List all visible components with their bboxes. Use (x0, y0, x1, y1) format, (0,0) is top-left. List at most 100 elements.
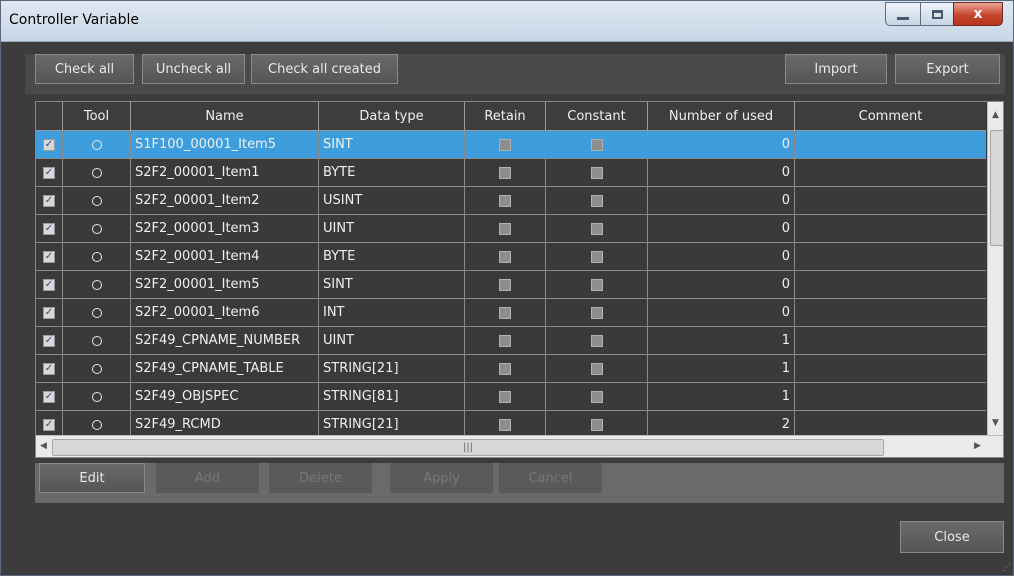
constant-checkbox[interactable] (590, 194, 603, 207)
retain-checkbox[interactable] (499, 390, 511, 403)
number-of-used-cell: 0 (648, 131, 795, 159)
constant-checkbox[interactable] (590, 362, 603, 375)
row-checkbox[interactable]: ✓ (43, 362, 55, 375)
retain-checkbox[interactable] (499, 418, 511, 431)
row-checkbox[interactable]: ✓ (43, 166, 55, 179)
close-button[interactable]: Close (900, 521, 1004, 553)
table-row[interactable]: ✓ S2F2_00001_Item1 BYTE 0 (36, 159, 986, 187)
table-row[interactable]: ✓ S2F49_OBJSPEC STRING[81] 1 (36, 383, 986, 411)
row-checkbox[interactable]: ✓ (43, 222, 55, 235)
comment-cell[interactable] (795, 131, 986, 159)
row-checkbox[interactable]: ✓ (43, 138, 55, 151)
header-data-type[interactable]: Data type (319, 102, 465, 131)
header-retain[interactable]: Retain (465, 102, 546, 131)
retain-checkbox[interactable] (499, 222, 511, 235)
comment-cell[interactable] (795, 355, 986, 383)
table-row[interactable]: ✓ S2F2_00001_Item4 BYTE 0 (36, 243, 986, 271)
table-row[interactable]: ✓ S2F2_00001_Item3 UINT 0 (36, 215, 986, 243)
tool-radio-icon[interactable] (91, 223, 102, 234)
tool-radio-icon[interactable] (91, 279, 102, 290)
horizontal-scrollbar[interactable]: ◀ ||| ▶ (36, 435, 1003, 457)
table-row[interactable]: ✓ S2F2_00001_Item6 INT 0 (36, 299, 986, 327)
comment-cell[interactable] (795, 187, 986, 215)
header-tool[interactable]: Tool (63, 102, 131, 131)
minimize-button[interactable] (885, 2, 921, 26)
add-button[interactable]: Add (156, 463, 259, 493)
header-number-of-used[interactable]: Number of used (648, 102, 795, 131)
constant-checkbox[interactable] (590, 278, 603, 291)
table-row[interactable]: ✓ S1F100_00001_Item5 SINT 0 (36, 131, 986, 159)
constant-checkbox[interactable] (590, 334, 603, 347)
uncheck-all-button[interactable]: Uncheck all (142, 54, 245, 84)
retain-cell (465, 159, 546, 187)
row-checkbox[interactable]: ✓ (43, 278, 55, 291)
retain-checkbox[interactable] (499, 250, 511, 263)
row-checkbox[interactable]: ✓ (43, 418, 55, 431)
header-name[interactable]: Name (131, 102, 319, 131)
tool-radio-icon[interactable] (91, 419, 102, 430)
tool-radio-icon[interactable] (91, 139, 102, 150)
tool-cell (63, 383, 131, 411)
row-checkbox[interactable]: ✓ (43, 306, 55, 319)
comment-cell[interactable] (795, 159, 986, 187)
cancel-button[interactable]: Cancel (499, 463, 602, 493)
retain-checkbox[interactable] (499, 334, 511, 347)
tool-radio-icon[interactable] (91, 251, 102, 262)
comment-cell[interactable] (795, 327, 986, 355)
constant-checkbox[interactable] (590, 138, 603, 151)
title-bar: Controller Variable x (1, 1, 1013, 42)
tool-radio-icon[interactable] (91, 335, 102, 346)
retain-checkbox[interactable] (499, 278, 511, 291)
header-comment[interactable]: Comment (795, 102, 986, 131)
retain-checkbox[interactable] (499, 166, 511, 179)
scroll-left-icon[interactable]: ◀ (40, 441, 47, 451)
edit-button[interactable]: Edit (39, 463, 145, 493)
row-select-cell: ✓ (36, 215, 63, 243)
horizontal-scroll-thumb[interactable]: ||| (52, 439, 884, 456)
window-close-button[interactable]: x (953, 2, 1003, 26)
tool-radio-icon[interactable] (91, 363, 102, 374)
retain-checkbox[interactable] (499, 306, 511, 319)
comment-cell[interactable] (795, 243, 986, 271)
table-row[interactable]: ✓ S2F2_00001_Item5 SINT 0 (36, 271, 986, 299)
retain-checkbox[interactable] (499, 194, 511, 207)
scroll-down-icon[interactable]: ▼ (992, 418, 999, 428)
apply-button[interactable]: Apply (390, 463, 493, 493)
vertical-scroll-thumb[interactable] (990, 130, 1003, 246)
comment-cell[interactable] (795, 383, 986, 411)
table-row[interactable]: ✓ S2F49_CPNAME_NUMBER UINT 1 (36, 327, 986, 355)
constant-checkbox[interactable] (590, 166, 603, 179)
header-constant[interactable]: Constant (546, 102, 648, 131)
table-row[interactable]: ✓ S2F49_CPNAME_TABLE STRING[21] 1 (36, 355, 986, 383)
row-checkbox[interactable]: ✓ (43, 250, 55, 263)
maximize-button[interactable] (920, 2, 954, 26)
delete-button[interactable]: Delete (269, 463, 372, 493)
constant-checkbox[interactable] (590, 306, 603, 319)
vertical-scrollbar[interactable]: ▲ ▼ (987, 102, 1003, 435)
tool-radio-icon[interactable] (91, 391, 102, 402)
row-checkbox[interactable]: ✓ (43, 390, 55, 403)
tool-radio-icon[interactable] (91, 167, 102, 178)
retain-checkbox[interactable] (499, 138, 511, 151)
row-checkbox[interactable]: ✓ (43, 194, 55, 207)
retain-checkbox[interactable] (499, 362, 511, 375)
import-button[interactable]: Import (785, 54, 887, 84)
check-all-button[interactable]: Check all (35, 54, 134, 84)
scroll-right-icon[interactable]: ▶ (974, 441, 981, 451)
comment-cell[interactable] (795, 271, 986, 299)
table-row[interactable]: ✓ S2F2_00001_Item2 USINT 0 (36, 187, 986, 215)
resize-grip-icon[interactable]: ⋰ (1002, 563, 1011, 573)
comment-cell[interactable] (795, 215, 986, 243)
tool-radio-icon[interactable] (91, 195, 102, 206)
tool-radio-icon[interactable] (91, 307, 102, 318)
export-button[interactable]: Export (895, 54, 1000, 84)
scroll-up-icon[interactable]: ▲ (992, 110, 999, 120)
row-checkbox[interactable]: ✓ (43, 334, 55, 347)
check-all-created-button[interactable]: Check all created (251, 54, 398, 84)
comment-cell[interactable] (795, 299, 986, 327)
constant-checkbox[interactable] (590, 250, 603, 263)
constant-checkbox[interactable] (590, 418, 603, 431)
constant-checkbox[interactable] (590, 222, 603, 235)
constant-checkbox[interactable] (590, 390, 603, 403)
data-type-cell: INT (319, 299, 465, 327)
